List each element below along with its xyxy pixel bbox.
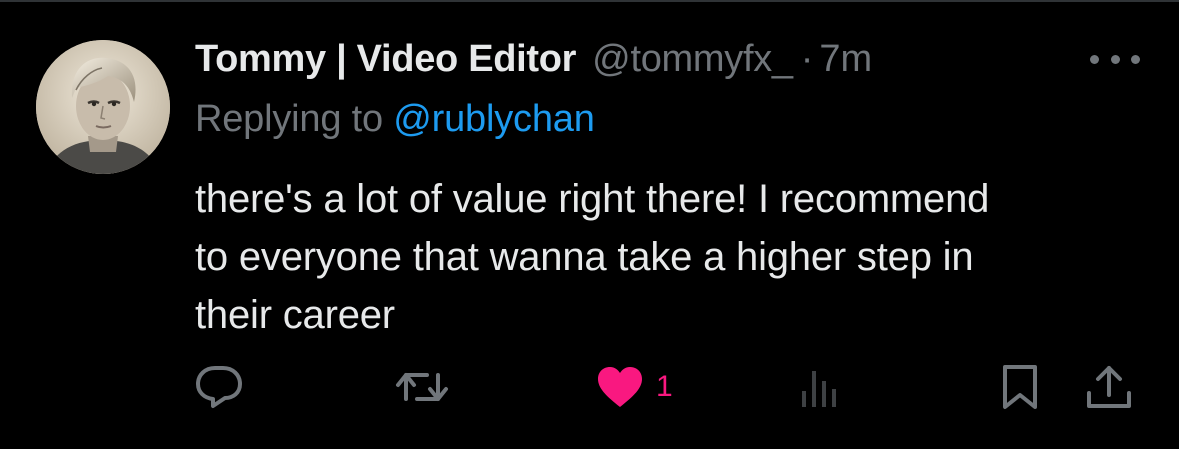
tweet-text-line: to everyone that wanna take a higher ste…: [195, 235, 974, 279]
retweet-icon: [396, 373, 448, 401]
retweet-button[interactable]: [393, 363, 451, 411]
like-count: 1: [656, 370, 673, 403]
views-button[interactable]: [800, 363, 840, 411]
share-icon: [1087, 366, 1131, 408]
like-button[interactable]: 1: [596, 363, 673, 411]
author-display-name[interactable]: Tommy | Video Editor: [195, 38, 576, 81]
replying-to-user-link[interactable]: @rublychan: [393, 98, 595, 140]
avatar[interactable]: [36, 40, 170, 174]
share-button[interactable]: [1084, 363, 1134, 411]
top-divider: [0, 0, 1179, 2]
reply-icon: [196, 366, 242, 408]
tweet-text: there's a lot of value right there! I re…: [195, 170, 1135, 344]
avatar-portrait-image: [36, 40, 170, 174]
tweet-text-line: there's a lot of value right there! I re…: [195, 177, 990, 221]
separator-dot: ·: [800, 38, 814, 80]
bookmark-icon: [1003, 365, 1037, 409]
reply-button[interactable]: [193, 363, 245, 411]
bookmark-button[interactable]: [1000, 363, 1040, 411]
more-icon: [1131, 54, 1140, 64]
analytics-icon: [802, 371, 836, 407]
heart-icon: [598, 367, 642, 407]
tweet-text-line: their career: [195, 293, 395, 337]
replying-to: Replying to @rublychan: [195, 98, 595, 141]
timestamp[interactable]: 7m: [819, 38, 872, 81]
tweet-header: Tommy | Video Editor @tommyfx_ · 7m: [195, 38, 872, 84]
more-button[interactable]: [1090, 44, 1140, 74]
author-handle[interactable]: @tommyfx_: [592, 38, 793, 81]
replying-to-label: Replying to: [195, 98, 383, 140]
more-icon: [1090, 54, 1099, 64]
more-icon: [1110, 54, 1120, 64]
